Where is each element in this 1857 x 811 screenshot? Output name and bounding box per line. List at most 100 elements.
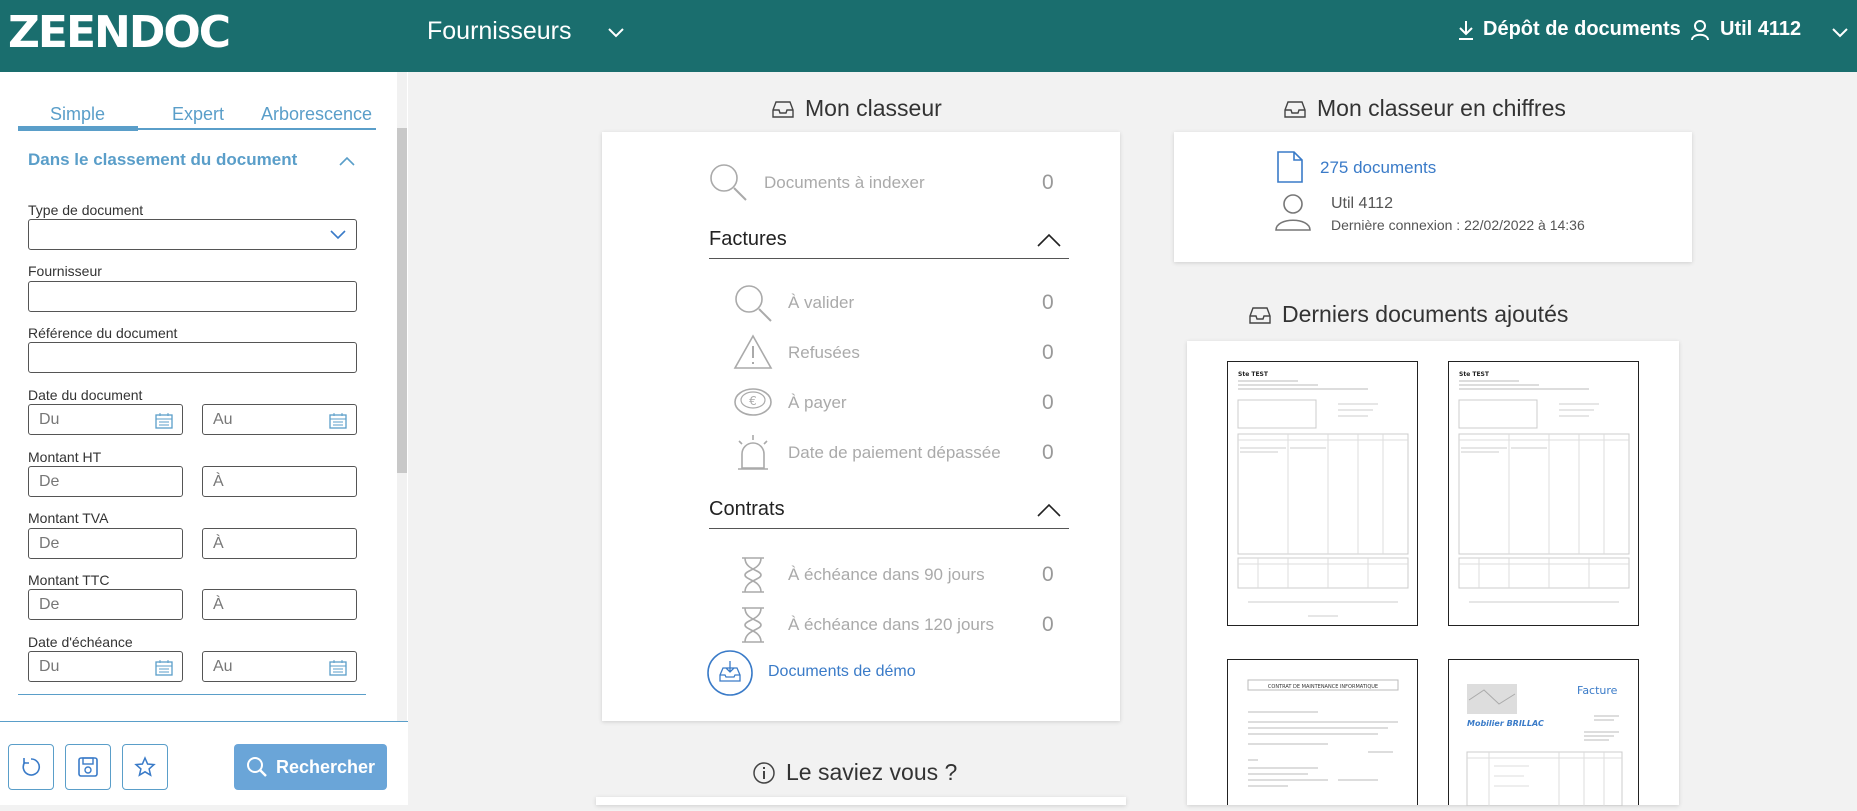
download-icon [1459, 20, 1473, 40]
scrollbar-thumb[interactable] [397, 128, 407, 473]
save-icon [78, 757, 98, 777]
search-button[interactable]: Rechercher [234, 744, 387, 790]
mon-classeur-title: Mon classeur [805, 95, 942, 121]
montant-tva-label: Montant TVA [28, 510, 109, 526]
thumb-title: Ste TEST [1459, 371, 1490, 378]
montant-ttc-to-input[interactable]: À [202, 589, 357, 620]
search-icon [710, 164, 747, 201]
fournisseur-label: Fournisseur [28, 263, 102, 279]
reference-label: Référence du document [28, 325, 178, 341]
chevron-up-icon[interactable] [338, 154, 356, 168]
document-thumbnail[interactable]: CONTRAT DE MAINTENANCE INFORMATIQUE [1227, 659, 1418, 805]
last-login: Dernière connexion : 22/02/2022 à 14:36 [1331, 217, 1585, 233]
search-mode-tabs: Simple Expert Arborescence [18, 102, 376, 131]
chevron-down-icon[interactable] [1830, 22, 1850, 42]
montant-ttc-from-input[interactable]: De [28, 589, 183, 620]
montant-ht-from-input[interactable]: De [28, 466, 183, 497]
factures-divider [709, 258, 1069, 259]
calendar-icon[interactable] [155, 659, 173, 676]
documents-count-link[interactable]: 275 documents [1320, 158, 1436, 178]
document-thumbnail[interactable]: Facture Mobilier BRILLAC [1448, 659, 1639, 807]
user-icon [1691, 19, 1709, 40]
montant-tva-from-input[interactable]: De [28, 528, 183, 559]
active-tab-indicator [18, 126, 138, 131]
date-echeance-to-input[interactable]: Au [202, 651, 357, 682]
depot-documents-button[interactable]: Dépôt de documents [1457, 18, 1681, 41]
zeendoc-logo[interactable]: ZEENDOC [8, 8, 231, 58]
favorite-button[interactable] [122, 744, 168, 790]
thumb-contrat-title: CONTRAT DE MAINTENANCE INFORMATIQUE [1268, 684, 1378, 690]
user-menu[interactable]: Util 4112 [1690, 18, 1801, 41]
chevron-up-icon[interactable] [1036, 232, 1062, 248]
inbox-icon [1249, 306, 1271, 324]
chevron-up-icon[interactable] [1036, 502, 1062, 518]
inbox-icon [1284, 100, 1306, 118]
a-indexer-link[interactable]: Documents à indexer [764, 173, 925, 193]
chevron-down-icon[interactable] [606, 22, 626, 42]
derniers-title: Derniers documents ajoutés [1282, 301, 1569, 327]
tab-arborescence[interactable]: Arborescence [261, 104, 372, 125]
tab-simple[interactable]: Simple [50, 104, 105, 125]
chiffres-title: Mon classeur en chiffres [1317, 95, 1566, 121]
derniers-heading: Derniers documents ajoutés [1248, 301, 1568, 328]
thumb-facture-label: Facture [1577, 684, 1618, 697]
a-indexer-count: 0 [1042, 171, 1054, 194]
reset-icon [22, 758, 41, 776]
star-icon [134, 756, 156, 777]
document-thumbnail[interactable]: Ste TEST [1448, 361, 1639, 626]
reset-button[interactable] [8, 744, 54, 790]
chevron-down-icon [330, 230, 346, 240]
echeance-120-link[interactable]: À échéance dans 120 jours [788, 615, 994, 635]
paiement-depasse-link[interactable]: Date de paiement dépassée [788, 443, 1001, 463]
date-echeance-from-input[interactable]: Du [28, 651, 183, 682]
refusees-link[interactable]: Refusées [788, 343, 860, 363]
mon-classeur-heading: Mon classeur [771, 95, 942, 122]
document-icon [1277, 151, 1303, 183]
depot-documents-label: Dépôt de documents [1483, 18, 1681, 40]
sidebar-actions: Rechercher [0, 721, 408, 805]
mon-classeur-card: Documents à indexer 0 Factures À valider… [602, 132, 1120, 721]
module-selector-label[interactable]: Fournisseurs [427, 17, 572, 46]
factures-heading: Factures [709, 228, 787, 250]
date-document-from-input[interactable]: Du [28, 404, 183, 435]
save-search-button[interactable] [65, 744, 111, 790]
date-from-placeholder: Du [39, 411, 60, 428]
chiffres-card: 275 documents Util 4112 Dernière connexi… [1174, 132, 1692, 262]
montant-tva-to-input[interactable]: À [202, 528, 357, 559]
a-payer-count: 0 [1042, 391, 1054, 414]
montant-ht-label: Montant HT [28, 449, 102, 465]
montant-ht-to-input[interactable]: À [202, 466, 357, 497]
section-title[interactable]: Dans le classement du document [28, 150, 297, 170]
document-thumbnail[interactable]: Ste TEST [1227, 361, 1418, 626]
search-icon [246, 757, 267, 777]
date-echeance-label: Date d'échéance [28, 634, 133, 650]
a-valider-link[interactable]: À valider [788, 293, 854, 313]
search-icon [735, 285, 772, 322]
demo-inbox-icon[interactable] [706, 649, 754, 697]
date-document-to-input[interactable]: Au [202, 404, 357, 435]
reference-input[interactable] [28, 342, 357, 373]
invoice-preview-image: Ste TEST [1458, 371, 1630, 603]
echeance-120-count: 0 [1042, 613, 1054, 636]
calendar-icon[interactable] [155, 412, 173, 429]
top-bar: ZEENDOC Fournisseurs Dépôt de documents … [0, 0, 1857, 72]
thumb-title: Ste TEST [1238, 371, 1269, 378]
date-document-label: Date du document [28, 387, 143, 403]
montant-ttc-label: Montant TTC [28, 572, 110, 588]
calendar-icon[interactable] [329, 659, 347, 676]
svg-text:€: € [749, 394, 757, 408]
tab-expert[interactable]: Expert [172, 104, 224, 125]
fournisseur-input[interactable] [28, 281, 357, 312]
documents-demo-link[interactable]: Documents de démo [768, 663, 916, 681]
search-sidebar: Simple Expert Arborescence Dans le class… [0, 72, 408, 805]
saviez-vous-heading: Le saviez vous ? [752, 759, 957, 786]
calendar-icon[interactable] [329, 412, 347, 429]
type-document-label: Type de document [28, 202, 144, 218]
refusees-count: 0 [1042, 341, 1054, 364]
a-valider-count: 0 [1042, 291, 1054, 314]
type-document-select[interactable] [28, 219, 357, 250]
a-payer-link[interactable]: À payer [788, 393, 847, 413]
date-to-placeholder: Au [213, 411, 233, 428]
user-name-label: Util 4112 [1720, 18, 1802, 40]
echeance-90-link[interactable]: À échéance dans 90 jours [788, 565, 985, 585]
